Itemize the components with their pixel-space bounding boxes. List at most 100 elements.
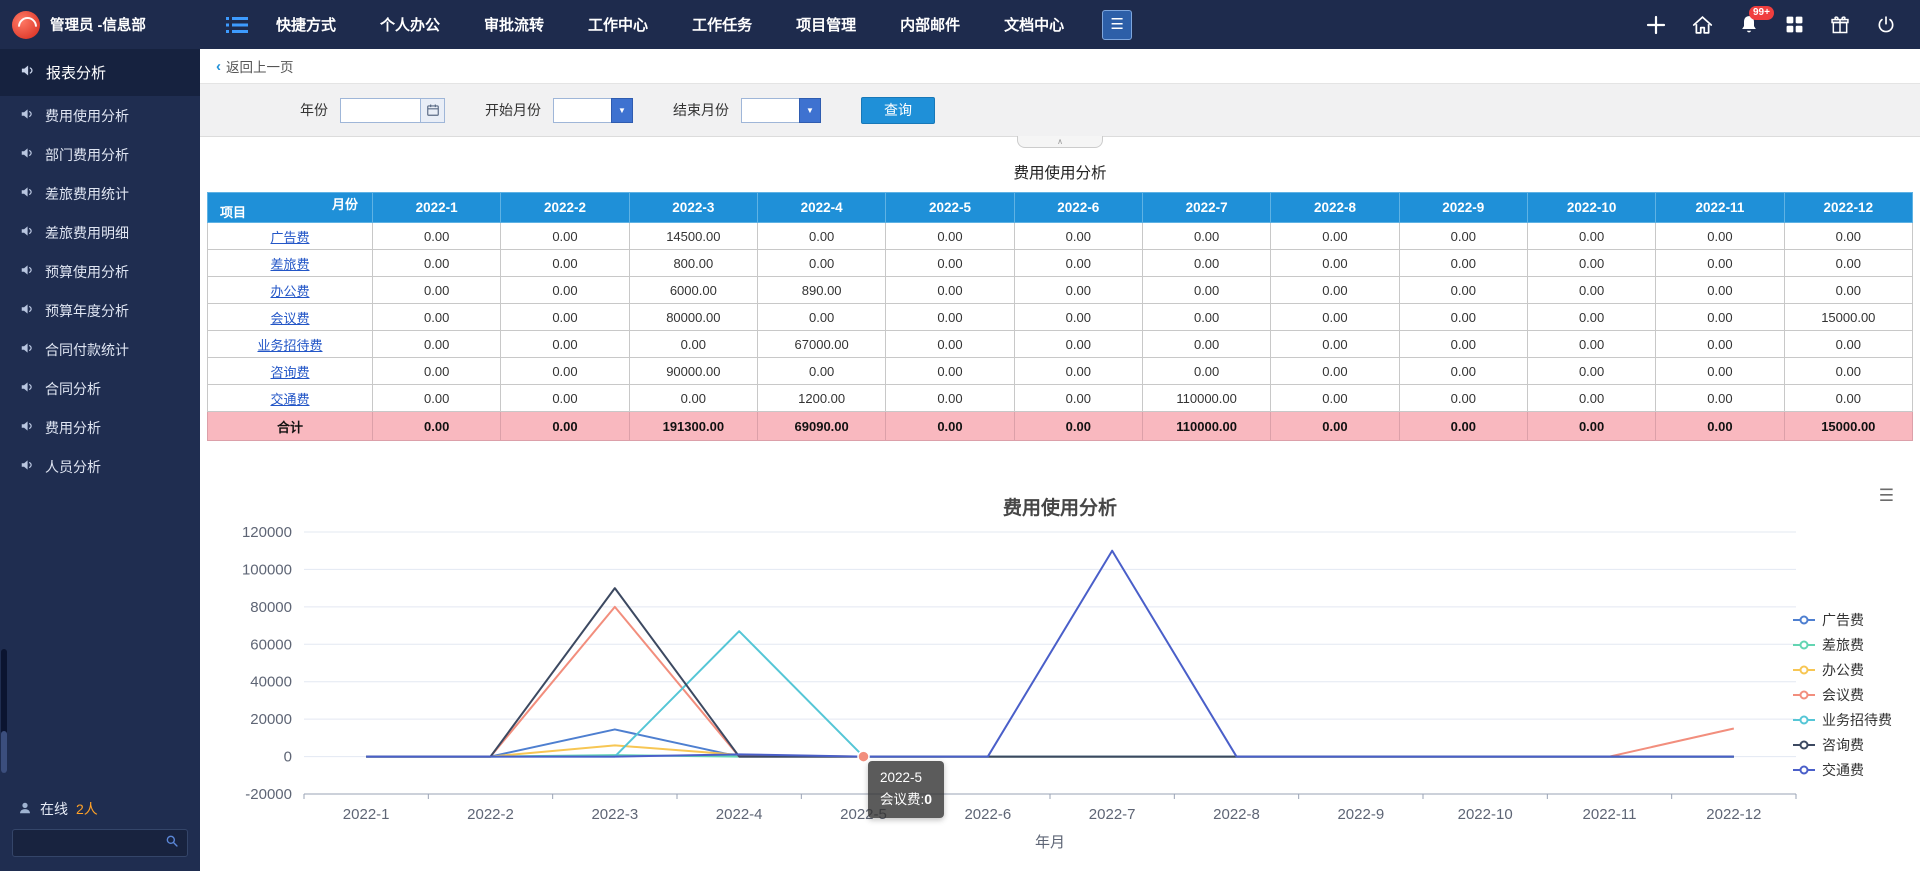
- sidebar-item-10[interactable]: 人员分析: [0, 447, 200, 486]
- svg-text:2022-9: 2022-9: [1337, 806, 1384, 823]
- svg-text:100000: 100000: [242, 561, 292, 578]
- year-label: 年份: [300, 100, 328, 120]
- sidebar-item-8[interactable]: 合同分析: [0, 369, 200, 408]
- top-menu-item-7[interactable]: 内部邮件: [900, 14, 960, 35]
- value-cell: 0.00: [1784, 331, 1912, 358]
- legend-line-mark: [1793, 719, 1815, 721]
- value-cell: 80000.00: [629, 304, 757, 331]
- category-link[interactable]: 会议费: [270, 311, 309, 326]
- category-link[interactable]: 咨询费: [270, 365, 309, 380]
- end-month-select[interactable]: ▼: [741, 98, 821, 123]
- more-menus-button[interactable]: ☰: [1102, 10, 1132, 40]
- corner-bottom-label: 项目: [220, 202, 246, 221]
- brand[interactable]: 管理员 -信息部: [0, 11, 200, 39]
- sidebar-item-9[interactable]: 费用分析: [0, 408, 200, 447]
- value-cell: 0.00: [1527, 304, 1655, 331]
- legend-line-mark: [1793, 644, 1815, 646]
- apps-grid-icon[interactable]: [1785, 15, 1804, 34]
- online-label: 在线: [40, 799, 68, 819]
- plus-icon[interactable]: [1646, 15, 1666, 35]
- sidebar-item-2[interactable]: 部门费用分析: [0, 135, 200, 174]
- bell-icon[interactable]: 99+: [1739, 14, 1759, 35]
- chevron-down-icon[interactable]: ▼: [799, 98, 821, 123]
- top-menu-item-3[interactable]: 审批流转: [484, 14, 544, 35]
- sidebar-item-4[interactable]: 差旅费用明细: [0, 213, 200, 252]
- legend-line-mark: [1793, 694, 1815, 696]
- search-icon[interactable]: [165, 834, 179, 853]
- sidebar-bottom: 在线 2人: [0, 799, 200, 871]
- legend-item-2[interactable]: 差旅费: [1793, 636, 1892, 654]
- app-logo-icon: [12, 11, 40, 39]
- sidebar-item-6[interactable]: 预算年度分析: [0, 291, 200, 330]
- query-button[interactable]: 查询: [861, 97, 935, 124]
- category-link[interactable]: 业务招待费: [257, 338, 322, 353]
- y-axis-labels: -20000020000400006000080000100000120000: [242, 524, 292, 803]
- top-menu-item-5[interactable]: 工作任务: [692, 14, 752, 35]
- table-row: 差旅费0.000.00800.000.000.000.000.000.000.0…: [208, 250, 1913, 277]
- value-cell: 0.00: [886, 358, 1014, 385]
- sidebar-item-5[interactable]: 预算使用分析: [0, 252, 200, 291]
- speaker-icon: [20, 224, 34, 241]
- back-link[interactable]: ‹ 返回上一页: [216, 56, 294, 76]
- year-input[interactable]: [340, 98, 420, 123]
- legend-line-mark: [1793, 669, 1815, 671]
- category-cell: 咨询费: [208, 358, 373, 385]
- top-menu-item-2[interactable]: 个人办公: [380, 14, 440, 35]
- category-cell: 交通费: [208, 385, 373, 412]
- legend-item-5[interactable]: 业务招待费: [1793, 711, 1892, 729]
- top-menu-item-1[interactable]: 快捷方式: [276, 14, 336, 35]
- value-cell: 0.00: [1784, 250, 1912, 277]
- top-menu-item-4[interactable]: 工作中心: [588, 14, 648, 35]
- legend-item-3[interactable]: 办公费: [1793, 661, 1892, 679]
- sidebar-item-7[interactable]: 合同付款统计: [0, 330, 200, 369]
- column-header: 2022-11: [1656, 193, 1784, 223]
- sidebar-scrollbar[interactable]: [1, 649, 7, 773]
- scrollbar-handle[interactable]: [1, 731, 7, 773]
- home-icon[interactable]: [1692, 15, 1713, 35]
- start-month-value[interactable]: [553, 98, 611, 123]
- legend-item-4[interactable]: 会议费: [1793, 686, 1892, 704]
- calendar-button[interactable]: [420, 98, 445, 123]
- sidebar-item-label: 差旅费用明细: [45, 223, 129, 243]
- sidebar-item-label: 部门费用分析: [45, 145, 129, 165]
- category-link[interactable]: 广告费: [270, 230, 309, 245]
- legend-item-1[interactable]: 广告费: [1793, 611, 1892, 629]
- category-link[interactable]: 交通费: [270, 392, 309, 407]
- value-cell: 0.00: [1271, 331, 1399, 358]
- value-cell: 0.00: [1271, 358, 1399, 385]
- power-icon[interactable]: [1876, 15, 1896, 35]
- end-month-value[interactable]: [741, 98, 799, 123]
- category-link[interactable]: 差旅费: [270, 257, 309, 272]
- start-month-filter: 开始月份 ▼: [485, 98, 633, 123]
- user-label: 管理员 -信息部: [50, 14, 146, 35]
- gift-icon[interactable]: [1830, 15, 1850, 35]
- sidebar-item-3[interactable]: 差旅费用统计: [0, 174, 200, 213]
- value-cell: 0.00: [1527, 358, 1655, 385]
- sidebar-module-title[interactable]: 报表分析: [0, 49, 200, 96]
- sidebar-search-input[interactable]: [21, 835, 165, 852]
- nav-list-icon[interactable]: [226, 16, 248, 34]
- chevron-down-icon[interactable]: ▼: [611, 98, 633, 123]
- value-cell: 0.00: [1399, 250, 1527, 277]
- table-row: 业务招待费0.000.000.0067000.000.000.000.000.0…: [208, 331, 1913, 358]
- category-link[interactable]: 办公费: [270, 284, 309, 299]
- category-cell: 办公费: [208, 277, 373, 304]
- sidebar-item-1[interactable]: 费用使用分析: [0, 96, 200, 135]
- column-header: 2022-3: [629, 193, 757, 223]
- svg-text:2022-5: 2022-5: [840, 806, 887, 823]
- top-menu-item-6[interactable]: 项目管理: [796, 14, 856, 35]
- collapse-panel-tab[interactable]: ∧: [1017, 136, 1103, 148]
- value-cell: 14500.00: [629, 223, 757, 250]
- value-cell: 0.00: [501, 250, 629, 277]
- category-cell: 广告费: [208, 223, 373, 250]
- online-count: 2人: [76, 799, 98, 819]
- legend-item-6[interactable]: 咨询费: [1793, 736, 1892, 754]
- start-month-label: 开始月份: [485, 100, 541, 120]
- top-menu-item-8[interactable]: 文档中心: [1004, 14, 1064, 35]
- total-row: 合计0.000.00191300.0069090.000.000.0011000…: [208, 412, 1913, 441]
- svg-text:20000: 20000: [250, 711, 292, 728]
- app-window: 管理员 -信息部 快捷方式 个人办公 审批流转 工作中心 工作任务 项目管理 内部邮件 文档中…: [0, 0, 1920, 871]
- back-row: ‹ 返回上一页: [200, 49, 1920, 83]
- start-month-select[interactable]: ▼: [553, 98, 633, 123]
- legend-item-7[interactable]: 交通费: [1793, 761, 1892, 779]
